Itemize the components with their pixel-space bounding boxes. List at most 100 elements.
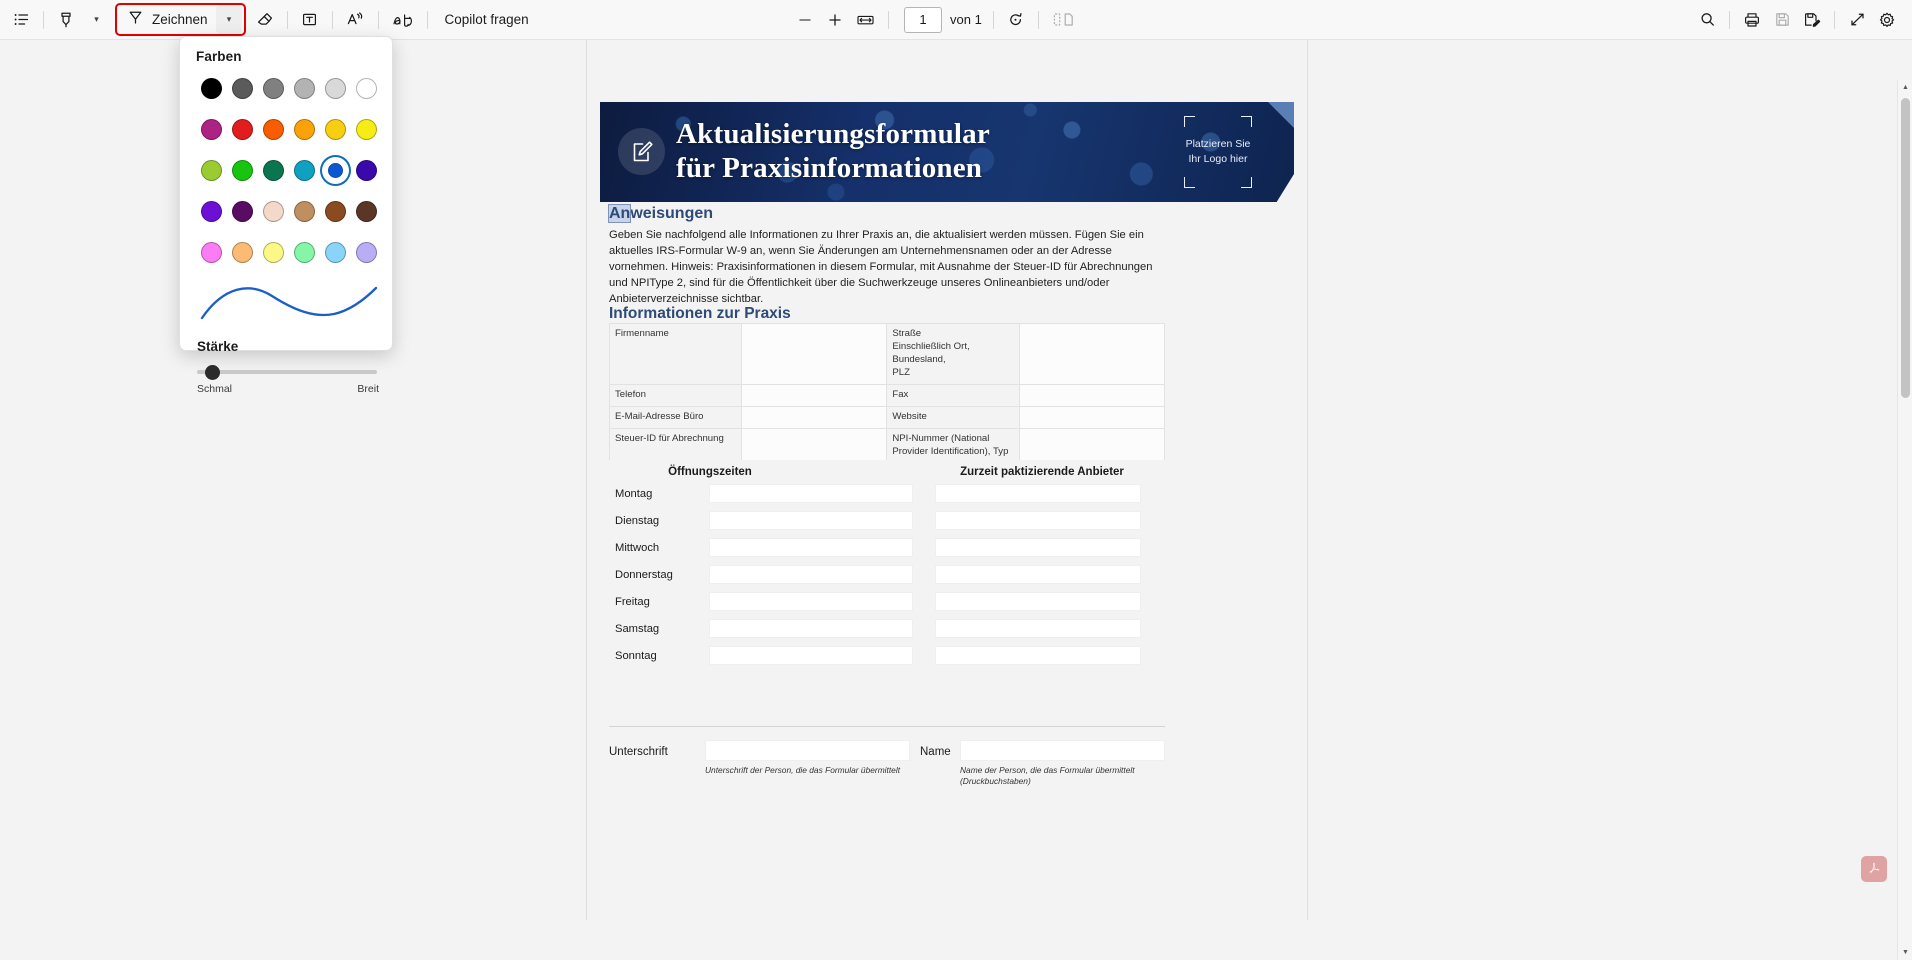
provider-input[interactable] bbox=[935, 565, 1141, 584]
color-swatch-dunkelgrau[interactable] bbox=[227, 73, 258, 104]
color-swatch-dot bbox=[356, 201, 377, 222]
color-swatch-indigo[interactable] bbox=[351, 155, 382, 186]
print-icon[interactable] bbox=[1737, 5, 1767, 35]
draw-button[interactable]: Zeichnen bbox=[119, 5, 216, 34]
draw-dropdown-caret[interactable]: ▾ bbox=[215, 5, 242, 34]
color-swatch-schwarz[interactable] bbox=[196, 73, 227, 104]
text-box-icon[interactable] bbox=[295, 5, 325, 35]
color-swatch-dunkelgruen[interactable] bbox=[258, 155, 289, 186]
provider-input[interactable] bbox=[935, 646, 1141, 665]
highlighter-icon[interactable] bbox=[51, 5, 81, 35]
table-cell-value-left[interactable] bbox=[741, 383, 888, 407]
practice-info-heading: Informationen zur Praxis bbox=[609, 305, 791, 322]
provider-input[interactable] bbox=[935, 511, 1141, 530]
color-swatch-magenta[interactable] bbox=[196, 114, 227, 145]
color-swatch-blau[interactable] bbox=[320, 155, 351, 186]
slider-labels: Schmal Breit bbox=[197, 383, 379, 395]
toolbar-center-group: 1 von 1 bbox=[790, 5, 1080, 35]
table-cell-value-right[interactable] bbox=[1019, 405, 1165, 429]
color-swatch-dunkelbraun[interactable] bbox=[351, 196, 382, 227]
color-swatch-rosa[interactable] bbox=[196, 237, 227, 268]
color-swatch-dunkelviolett[interactable] bbox=[227, 196, 258, 227]
color-swatch-orange[interactable] bbox=[289, 114, 320, 145]
table-cell-value-left[interactable] bbox=[741, 323, 888, 385]
color-swatch-pfirsich[interactable] bbox=[227, 237, 258, 268]
fullscreen-icon[interactable] bbox=[1842, 5, 1872, 35]
scrollbar-thumb[interactable] bbox=[1901, 98, 1910, 398]
save-as-icon[interactable] bbox=[1797, 5, 1827, 35]
vertical-scrollbar[interactable]: ▲ ▼ bbox=[1897, 80, 1912, 960]
color-swatch-sehr-hellgrau[interactable] bbox=[320, 73, 351, 104]
color-swatch-hautton-mittel[interactable] bbox=[289, 196, 320, 227]
page-number-input[interactable]: 1 bbox=[904, 6, 942, 33]
logo-corner-tl bbox=[1184, 116, 1195, 127]
search-icon[interactable] bbox=[1692, 5, 1722, 35]
color-swatch-tuerkis[interactable] bbox=[289, 155, 320, 186]
slider-min-label: Schmal bbox=[197, 383, 233, 395]
provider-input[interactable] bbox=[935, 484, 1141, 503]
eraser-icon[interactable] bbox=[250, 5, 280, 35]
list-view-icon[interactable] bbox=[6, 5, 36, 35]
hours-day-label: Sonntag bbox=[615, 649, 657, 662]
color-swatch-gruen[interactable] bbox=[227, 155, 258, 186]
color-swatch-orangerot[interactable] bbox=[258, 114, 289, 145]
color-swatch-hellgelb[interactable] bbox=[258, 237, 289, 268]
stroke-width-slider[interactable] bbox=[197, 364, 377, 380]
highlighter-dropdown-caret[interactable]: ▾ bbox=[81, 5, 111, 35]
provider-input[interactable] bbox=[935, 592, 1141, 611]
translate-icon[interactable] bbox=[386, 5, 420, 35]
color-swatch-grau[interactable] bbox=[258, 73, 289, 104]
table-cell-value-right[interactable] bbox=[1019, 383, 1165, 407]
table-cell-value-left[interactable] bbox=[741, 405, 888, 429]
color-swatch-rot[interactable] bbox=[227, 114, 258, 145]
copilot-ask-button[interactable]: Copilot fragen bbox=[435, 5, 539, 35]
color-swatch-mintgruen[interactable] bbox=[289, 237, 320, 268]
scroll-down-arrow[interactable]: ▼ bbox=[1898, 945, 1912, 960]
toolbar-right-group bbox=[1692, 5, 1902, 35]
hours-day-label: Samstag bbox=[615, 622, 660, 635]
hours-input[interactable] bbox=[709, 592, 913, 611]
color-swatch-gelb[interactable] bbox=[351, 114, 382, 145]
fit-width-icon[interactable] bbox=[850, 5, 881, 35]
logo-corner-br bbox=[1241, 177, 1252, 188]
table-cell-label-left: Telefon bbox=[608, 383, 743, 407]
color-swatch-goldgelb[interactable] bbox=[320, 114, 351, 145]
signature-input[interactable] bbox=[705, 740, 910, 761]
table-cell-label-left: Firmenname bbox=[608, 323, 743, 385]
color-swatch-hellgrau[interactable] bbox=[289, 73, 320, 104]
color-swatch-hellgruen[interactable] bbox=[196, 155, 227, 186]
rotate-icon[interactable] bbox=[1001, 5, 1031, 35]
save-icon[interactable] bbox=[1767, 5, 1797, 35]
hours-input[interactable] bbox=[709, 484, 913, 503]
draw-tool-group[interactable]: Zeichnen ▾ bbox=[115, 3, 246, 36]
color-swatch-flieder[interactable] bbox=[351, 237, 382, 268]
zoom-out-button[interactable] bbox=[790, 5, 820, 35]
color-swatch-braun[interactable] bbox=[320, 196, 351, 227]
color-swatch-weiss[interactable] bbox=[351, 73, 382, 104]
hours-row: Dienstag bbox=[609, 507, 1165, 534]
name-input[interactable] bbox=[960, 740, 1165, 761]
slider-track bbox=[197, 370, 377, 374]
chevron-down-icon: ▾ bbox=[226, 14, 232, 24]
color-swatch-hautton-hell[interactable] bbox=[258, 196, 289, 227]
read-aloud-icon[interactable] bbox=[340, 5, 371, 35]
instructions-heading: Anweisungen bbox=[607, 204, 713, 223]
color-swatch-dot bbox=[201, 119, 222, 140]
hours-input[interactable] bbox=[709, 619, 913, 638]
page-layout-icon[interactable] bbox=[1046, 5, 1080, 35]
hours-input[interactable] bbox=[709, 646, 913, 665]
zoom-in-button[interactable] bbox=[820, 5, 850, 35]
pdf-file-icon[interactable] bbox=[1861, 856, 1887, 882]
table-row: Telefon Fax bbox=[608, 383, 1165, 407]
hours-input[interactable] bbox=[709, 511, 913, 530]
scroll-up-arrow[interactable]: ▲ bbox=[1898, 80, 1912, 95]
color-swatch-hellblau[interactable] bbox=[320, 237, 351, 268]
provider-input[interactable] bbox=[935, 619, 1141, 638]
slider-thumb[interactable] bbox=[205, 365, 220, 380]
color-swatch-violett[interactable] bbox=[196, 196, 227, 227]
hours-input[interactable] bbox=[709, 565, 913, 584]
gear-icon[interactable] bbox=[1872, 5, 1902, 35]
table-cell-value-right[interactable] bbox=[1019, 323, 1165, 385]
provider-input[interactable] bbox=[935, 538, 1141, 557]
hours-input[interactable] bbox=[709, 538, 913, 557]
